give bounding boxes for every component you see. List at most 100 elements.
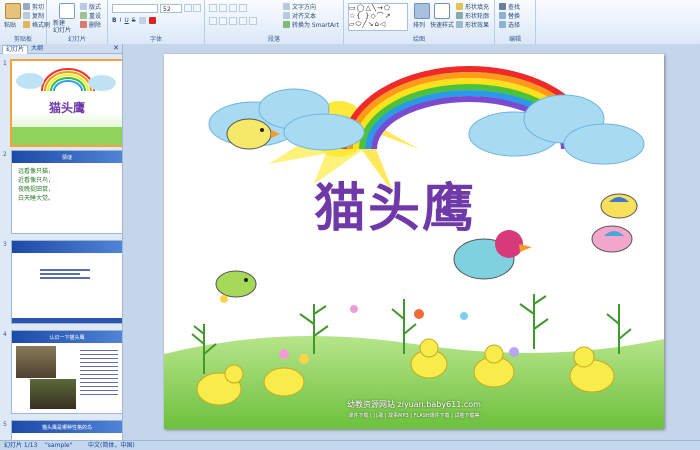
bullets-button[interactable] — [209, 4, 217, 12]
shape-effects-button[interactable]: 形状效果 — [456, 20, 489, 29]
strikethrough-button[interactable]: S — [132, 17, 136, 24]
thumb-4-text — [80, 347, 118, 397]
replace-button[interactable]: 替换 — [499, 11, 520, 20]
select-button[interactable]: 选择 — [499, 20, 520, 29]
thumb-4-header: 认识一下猫头鹰 — [12, 331, 122, 343]
thumb-number: 4 — [3, 331, 7, 338]
numbering-button[interactable] — [219, 4, 227, 12]
website-links: 课件下载 | 儿歌 | 故事MP3 | FLASH课件下载 | 试卷下载等 — [348, 413, 480, 419]
arrange-button[interactable]: 排列 — [413, 20, 425, 29]
layout-label: 版式 — [89, 4, 102, 11]
thumb-2-header-text: 猜谜 — [61, 155, 72, 161]
slide-thumbnail-3[interactable] — [11, 240, 122, 324]
riddle-line: 白天睡大觉。 — [18, 195, 55, 202]
delete-icon — [80, 21, 87, 28]
slide-title[interactable]: 猫头鹰 — [314, 166, 476, 241]
paste-button[interactable]: 粘贴 — [4, 20, 16, 29]
grow-font-button[interactable] — [184, 4, 192, 12]
smartart-label: 转换为 SmartArt — [292, 22, 339, 29]
website-caption: 幼教资源网站 ziyuan.baby611.com — [347, 400, 481, 409]
editing-group: 查找 替换 选择 编辑 — [495, 0, 536, 44]
align-buttons — [209, 17, 257, 25]
cut-button[interactable]: 剪切 — [23, 2, 44, 11]
tab-slides[interactable]: 幻灯片 — [2, 45, 29, 54]
copy-label: 复制 — [32, 13, 45, 20]
slide-canvas[interactable]: 猫头鹰 幼教资源网站 ziyuan.baby611.com 课件下载 | 儿歌 … — [164, 54, 664, 429]
reset-label: 重设 — [89, 13, 102, 20]
close-panel-icon[interactable]: ✕ — [113, 44, 119, 52]
quick-styles-button[interactable]: 快速样式 — [430, 20, 454, 29]
shape-fill-button[interactable]: 形状填充 — [456, 2, 489, 11]
align-text-button[interactable]: 对齐文本 — [283, 11, 316, 20]
shape-outline-button[interactable]: 形状轮廓 — [456, 11, 489, 20]
thumb-3-body — [40, 267, 90, 281]
thumb-4-header-text: 认识一下猫头鹰 — [49, 335, 85, 341]
smartart-button[interactable]: 转换为 SmartArt — [283, 20, 339, 29]
thumb-1-title: 猫头鹰 — [48, 101, 85, 115]
arrange-label: 排列 — [413, 22, 426, 29]
align-right-button[interactable] — [229, 17, 237, 25]
replace-icon — [499, 12, 506, 19]
paragraph-group-label: 段落 — [267, 36, 280, 43]
new-slide-button[interactable]: 新建 幻灯片 — [53, 20, 71, 34]
delete-label: 删除 — [89, 22, 102, 29]
list-buttons — [209, 4, 247, 12]
thumb-2-riddle: 远看像只猫， 近看像只鸟， 夜晚捉田鼠， 白天睡大觉。 — [12, 163, 122, 207]
riddle-line: 近看像只鸟， — [18, 177, 55, 184]
panel-tabs: 幻灯片 大纲 ✕ — [0, 44, 122, 54]
delete-button[interactable]: 删除 — [80, 20, 101, 29]
underline-button[interactable]: U — [124, 17, 128, 24]
replace-label: 替换 — [508, 13, 521, 20]
font-color-icon[interactable] — [148, 17, 156, 24]
paste-icon[interactable] — [5, 3, 21, 19]
riddle-line: 夜晚捉田鼠， — [18, 186, 55, 193]
clipboard-group: 粘贴 剪切 复制 格式刷 剪贴板 — [0, 0, 50, 44]
format-painter-button[interactable]: 格式刷 — [23, 20, 50, 29]
decrease-indent-button[interactable] — [229, 4, 237, 12]
bird-green-left — [215, 270, 257, 298]
justify-button[interactable] — [239, 17, 247, 25]
shape-fill-label: 形状填充 — [465, 4, 490, 11]
shadow-icon[interactable] — [138, 17, 146, 24]
owl-photo-2 — [30, 379, 76, 409]
font-group: 52 B I U S 字体 — [108, 0, 205, 44]
slide-thumbnail-4[interactable]: 认识一下猫头鹰 — [11, 330, 122, 414]
text-direction-icon — [283, 3, 290, 10]
find-button[interactable]: 查找 — [499, 2, 520, 11]
font-name-combo[interactable] — [112, 4, 158, 13]
shrink-font-button[interactable] — [193, 4, 201, 12]
paragraph-group: 文字方向 对齐文本 转换为 SmartArt 段落 — [205, 0, 344, 44]
shapes-gallery[interactable]: ▭◯△╲→⬠ ☆{ }◇⌒↗ ▱⬭╱↘⌂◁ — [348, 3, 408, 31]
slide-thumbnail-5[interactable]: 猫头鹰是哪种性格的鸟 — [11, 420, 122, 440]
slides-panel: 幻灯片 大纲 ✕ 1 猫头鹰 2 猜谜 远看像只猫， 近看像只鸟， 夜晚捉田鼠，… — [0, 44, 123, 440]
new-slide-icon[interactable] — [59, 3, 75, 19]
columns-button[interactable] — [249, 17, 257, 25]
font-size-combo[interactable]: 52 — [160, 4, 182, 13]
layout-button[interactable]: 版式 — [80, 2, 101, 11]
thumb-number: 5 — [3, 421, 7, 428]
copy-button[interactable]: 复制 — [23, 11, 44, 20]
increase-indent-button[interactable] — [239, 4, 247, 12]
brush-icon — [23, 21, 30, 28]
drawing-group: ▭◯△╲→⬠ ☆{ }◇⌒↗ ▱⬭╱↘⌂◁ 排列 快速样式 形状填充 形状轮廓 形状… — [344, 0, 495, 44]
arrange-icon[interactable] — [414, 3, 430, 19]
fill-icon — [456, 3, 463, 10]
find-label: 查找 — [508, 4, 521, 11]
tab-outline[interactable]: 大纲 — [28, 45, 46, 53]
smartart-icon — [283, 21, 290, 28]
italic-button[interactable]: I — [120, 17, 122, 24]
slide-thumbnail-2[interactable]: 猜谜 远看像只猫， 近看像只鸟， 夜晚捉田鼠， 白天睡大觉。 — [11, 150, 122, 234]
scissors-icon — [23, 3, 30, 10]
slide-background-art — [164, 66, 664, 429]
quick-styles-icon[interactable] — [434, 3, 450, 19]
thumb-number: 1 — [3, 60, 7, 67]
align-center-button[interactable] — [219, 17, 227, 25]
shape-outline-label: 形状轮廓 — [465, 13, 490, 20]
text-direction-button[interactable]: 文字方向 — [283, 2, 316, 11]
text-direction-label: 文字方向 — [292, 4, 317, 11]
bold-button[interactable]: B — [112, 17, 117, 24]
align-left-button[interactable] — [209, 17, 217, 25]
reset-button[interactable]: 重设 — [80, 11, 101, 20]
slide-thumbnail-1[interactable]: 猫头鹰 — [10, 59, 122, 147]
align-text-icon — [283, 12, 290, 19]
